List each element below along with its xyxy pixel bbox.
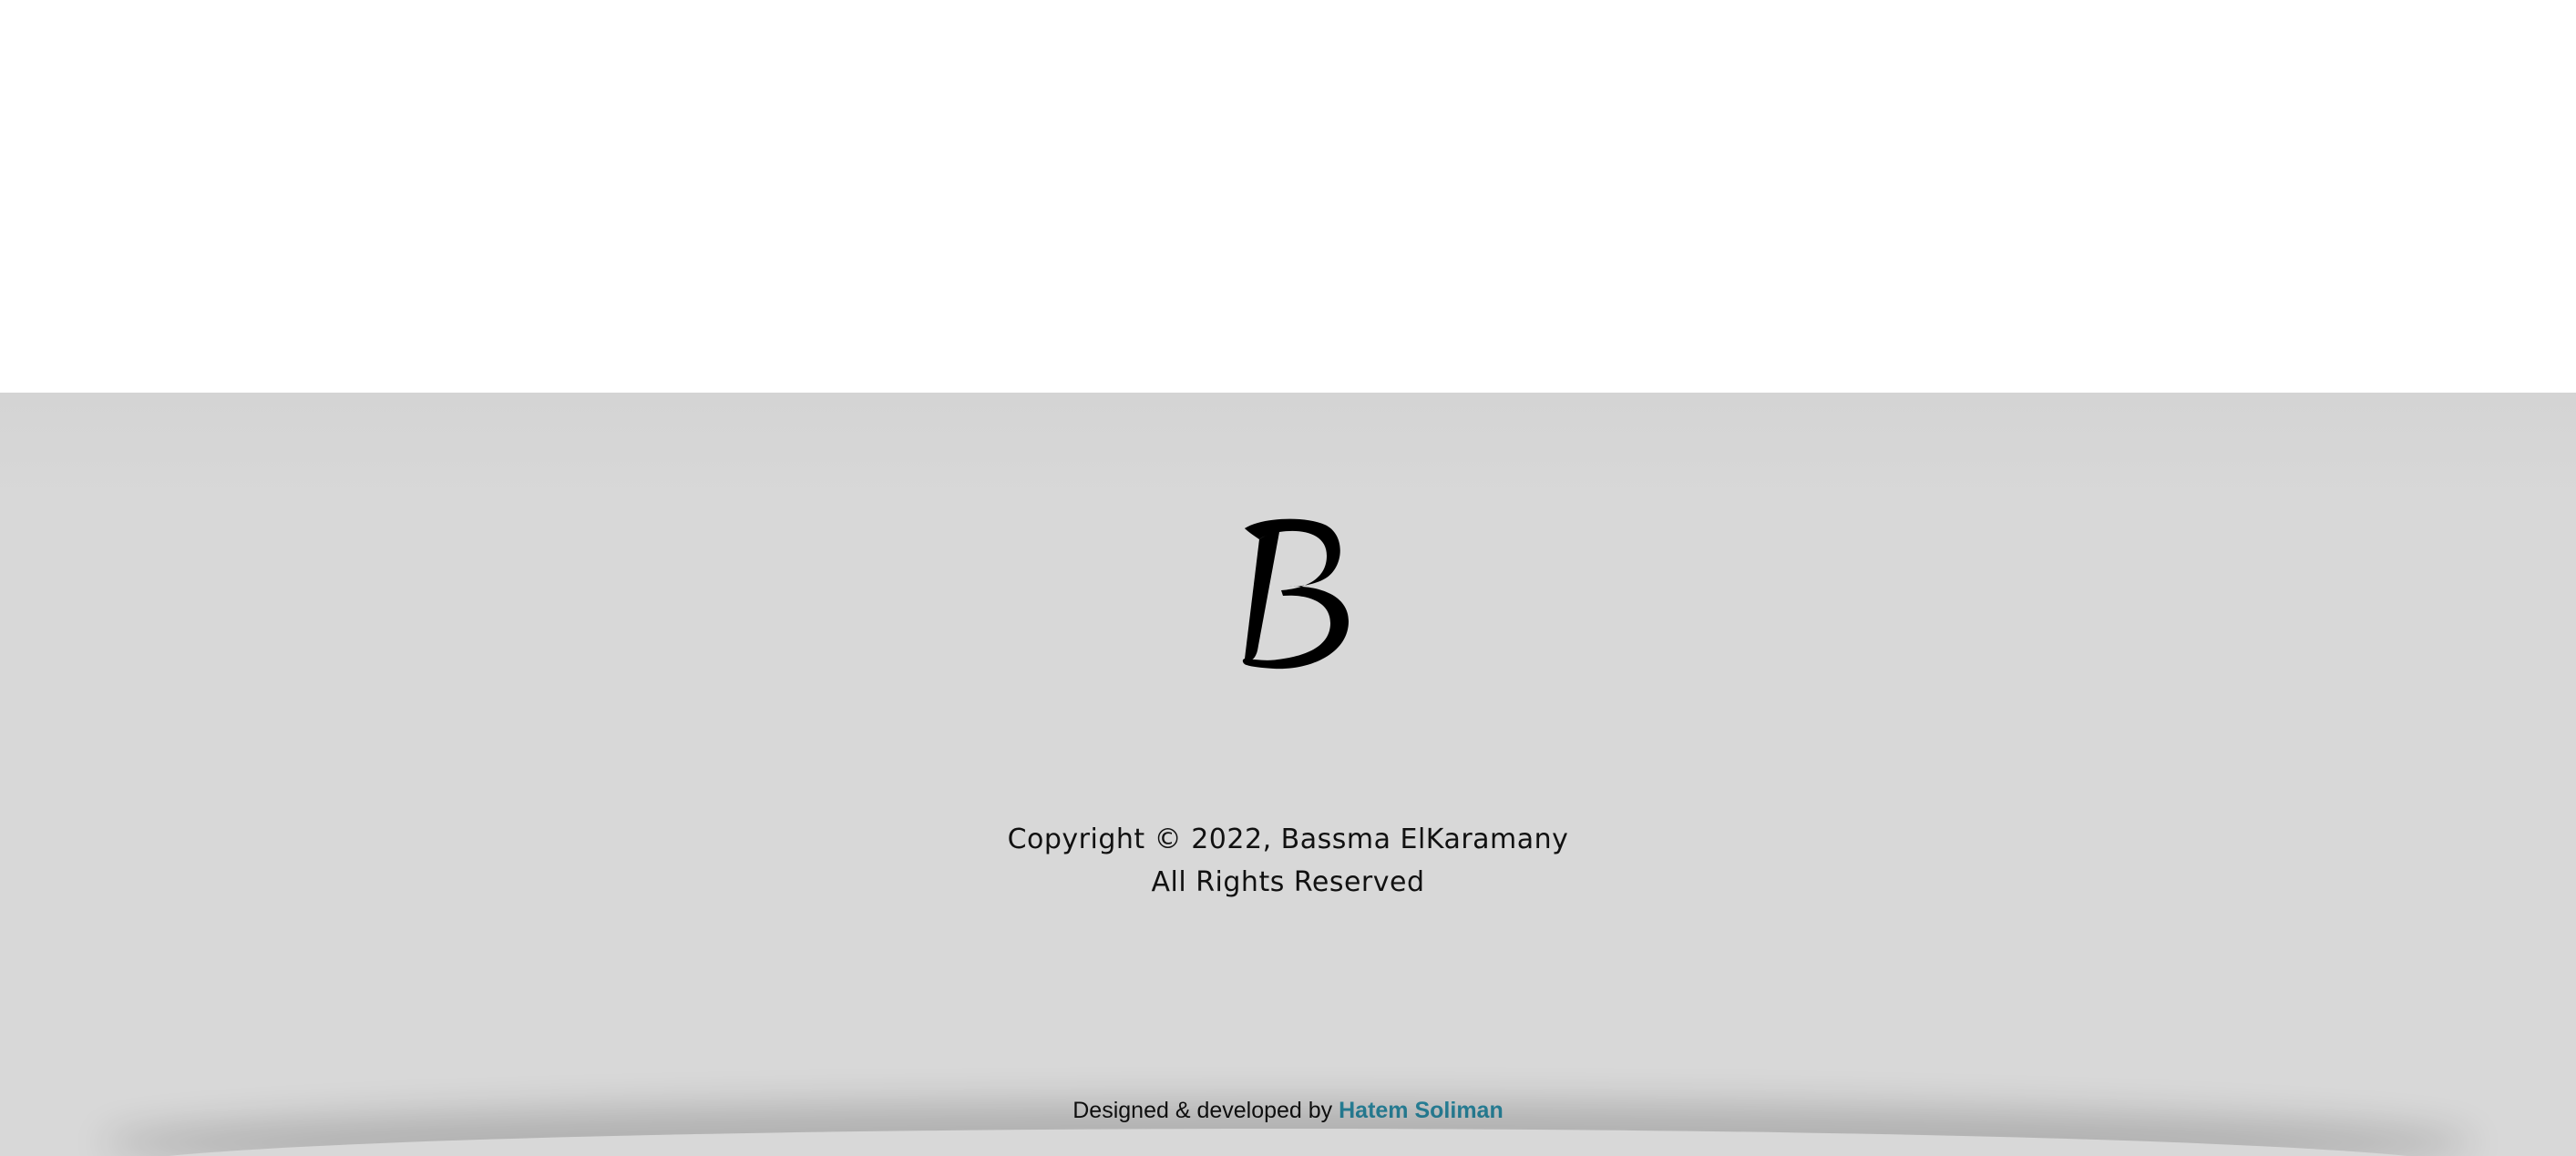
monogram-b-logo-icon xyxy=(1242,518,1349,670)
logo[interactable] xyxy=(1225,514,1361,682)
footer-shadow xyxy=(100,1129,2476,1156)
author-link[interactable]: Hatem Soliman xyxy=(1339,1098,1504,1123)
blank-content-area xyxy=(0,0,2576,393)
copyright-text: Copyright © 2022, Bassma ElKaramany xyxy=(1007,824,1569,855)
page: Copyright © 2022, Bassma ElKaramany All … xyxy=(0,0,2576,1156)
credit-prefix: Designed & developed by xyxy=(1072,1098,1339,1123)
site-footer: Copyright © 2022, Bassma ElKaramany All … xyxy=(0,393,2576,1156)
credit-line: Designed & developed by Hatem Soliman xyxy=(0,1098,2576,1124)
rights-reserved-text: All Rights Reserved xyxy=(1151,866,1425,898)
